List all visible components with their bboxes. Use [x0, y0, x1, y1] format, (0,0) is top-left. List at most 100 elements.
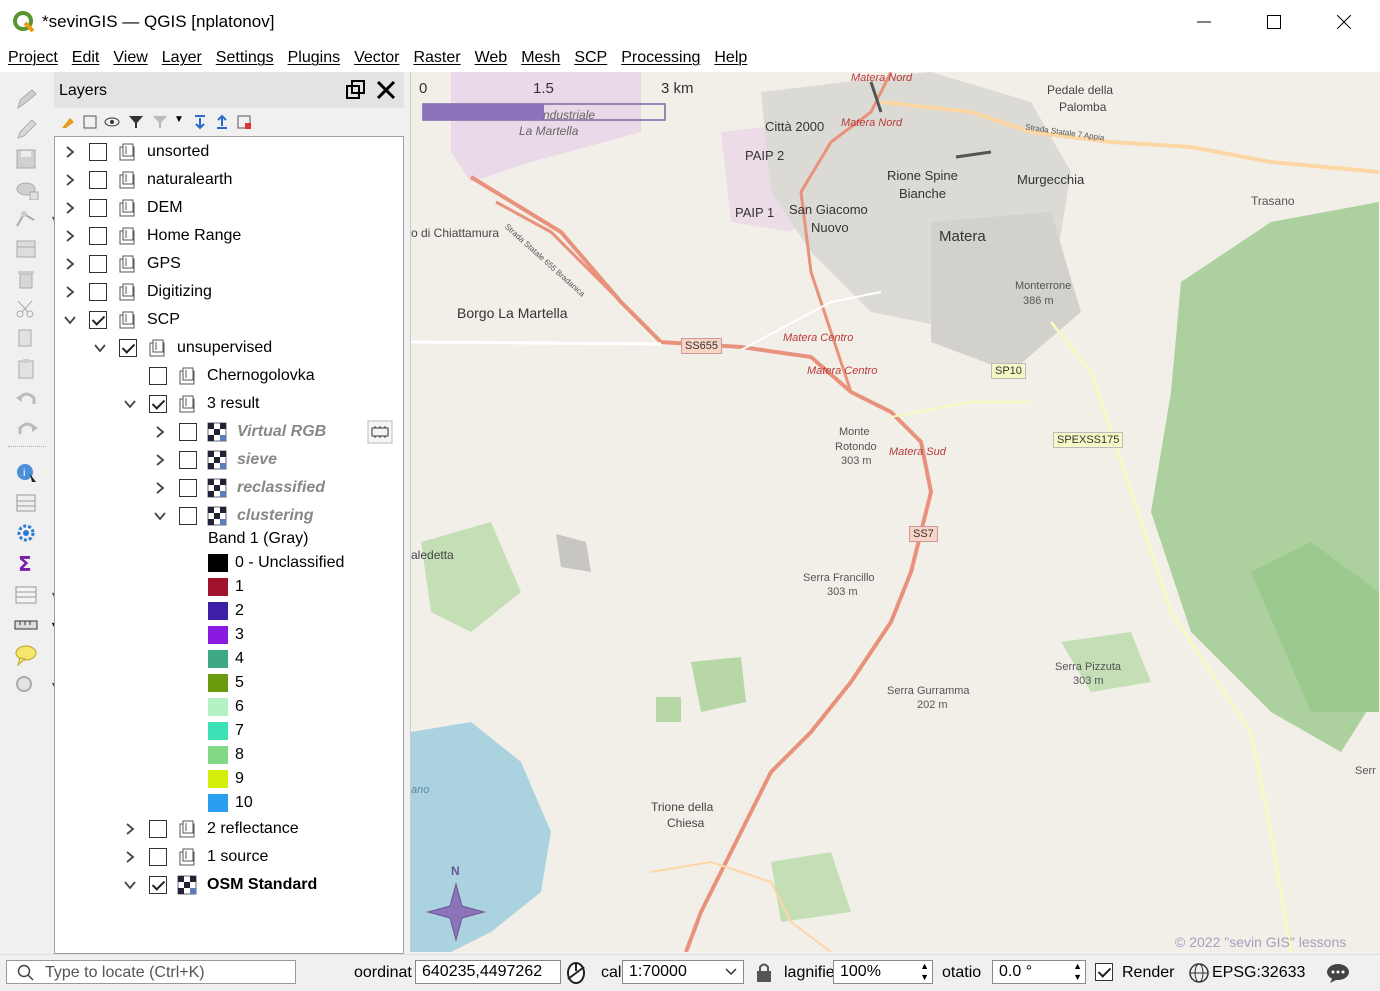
legend-entry[interactable]: 1	[208, 575, 244, 599]
globe-crs-icon[interactable]	[1188, 962, 1210, 984]
menu-settings[interactable]: Settings	[208, 49, 280, 67]
cut-features-button[interactable]	[14, 298, 40, 320]
menu-web[interactable]: Web	[467, 49, 514, 67]
crs-label[interactable]: EPSG:32633	[1212, 964, 1305, 982]
chevron-right-icon[interactable]	[63, 229, 77, 243]
open-field-calculator-button[interactable]: ▼	[14, 584, 59, 606]
layer-checkbox[interactable]	[89, 199, 107, 217]
layer-checkbox[interactable]	[149, 848, 167, 866]
layer-group-row[interactable]: Home Range	[63, 223, 241, 249]
layer-group-row[interactable]: Digitizing	[63, 279, 212, 305]
spin-arrows-icon[interactable]: ▲ ▼	[920, 961, 929, 983]
attribute-table-button[interactable]	[14, 492, 40, 514]
legend-entry[interactable]: 6	[208, 695, 244, 719]
layer-checkbox[interactable]	[89, 171, 107, 189]
menu-plugins[interactable]: Plugins	[280, 49, 346, 67]
layer-checkbox[interactable]	[149, 876, 167, 894]
add-group-icon[interactable]	[82, 114, 98, 130]
vertex-tool-button[interactable]: ▼	[14, 208, 59, 230]
legend-entry[interactable]: 4	[208, 647, 244, 671]
layer-checkbox[interactable]	[89, 283, 107, 301]
render-checkbox[interactable]	[1095, 963, 1113, 981]
rotation-spinbox[interactable]: 0.0 ° ▲ ▼	[992, 960, 1086, 984]
coordinate-input[interactable]: 640235,4497262	[415, 960, 561, 984]
statistical-summary-button[interactable]: Σ	[14, 552, 40, 574]
menu-mesh[interactable]: Mesh	[513, 49, 566, 67]
current-edits-button[interactable]	[14, 88, 40, 110]
layer-checkbox[interactable]	[89, 255, 107, 273]
osm-basemap[interactable]	[411, 72, 1379, 952]
filter-expression-icon[interactable]	[152, 114, 168, 130]
raster-layer-row[interactable]: OSM Standard	[123, 872, 317, 898]
eye-visibility-icon[interactable]	[104, 114, 120, 130]
layer-checkbox[interactable]	[179, 451, 197, 469]
chevron-right-icon[interactable]	[123, 850, 137, 864]
paste-features-button[interactable]	[14, 358, 40, 380]
chevron-down-icon[interactable]	[123, 397, 137, 411]
delete-selected-button[interactable]	[14, 268, 40, 290]
menu-raster[interactable]: Raster	[405, 49, 466, 67]
toggle-editing-button[interactable]	[14, 118, 40, 140]
layer-group-row[interactable]: GPS	[63, 251, 181, 277]
dropdown-arrow-icon[interactable]: ▼	[174, 114, 184, 125]
chevron-down-icon[interactable]	[153, 509, 167, 523]
raster-layer-row[interactable]: Virtual RGB	[153, 419, 326, 445]
measure-line-button[interactable]: ▼	[14, 614, 59, 636]
menu-processing[interactable]: Processing	[613, 49, 706, 67]
close-panel-icon[interactable]	[376, 80, 396, 100]
magnifier-spinbox[interactable]: 100% ▲ ▼	[833, 960, 933, 984]
menu-view[interactable]: View	[105, 49, 153, 67]
expand-all-icon[interactable]	[192, 114, 208, 130]
legend-entry[interactable]: 10	[208, 791, 253, 815]
legend-entry[interactable]: 8	[208, 743, 244, 767]
chevron-down-icon[interactable]	[123, 878, 137, 892]
chevron-down-icon[interactable]	[63, 313, 77, 327]
legend-entry[interactable]: 9	[208, 767, 244, 791]
chevron-down-icon[interactable]	[93, 341, 107, 355]
layer-checkbox[interactable]	[149, 367, 167, 385]
layer-group-row[interactable]: 3 result	[123, 391, 259, 417]
layer-group-row[interactable]: unsupervised	[93, 335, 272, 361]
legend-entry[interactable]: 0 - Unclassified	[208, 551, 344, 575]
layer-group-row[interactable]: unsorted	[63, 139, 209, 165]
layer-group-row[interactable]: SCP	[63, 307, 180, 333]
map-tips-button[interactable]	[14, 644, 40, 666]
float-panel-icon[interactable]	[346, 80, 366, 100]
raster-layer-row[interactable]: sieve	[153, 447, 277, 473]
layer-checkbox[interactable]	[89, 143, 107, 161]
spin-arrows-icon[interactable]: ▲ ▼	[1073, 961, 1082, 983]
chevron-right-icon[interactable]	[123, 822, 137, 836]
layer-checkbox[interactable]	[89, 311, 107, 329]
layer-checkbox[interactable]	[119, 339, 137, 357]
toggle-extents-mouse-icon[interactable]	[564, 961, 588, 985]
layer-checkbox[interactable]	[179, 507, 197, 525]
legend-entry[interactable]: 5	[208, 671, 244, 695]
chevron-right-icon[interactable]	[153, 425, 167, 439]
layer-checkbox[interactable]	[179, 423, 197, 441]
chevron-right-icon[interactable]	[153, 481, 167, 495]
chevron-right-icon[interactable]	[63, 285, 77, 299]
layer-checkbox[interactable]	[149, 820, 167, 838]
collapse-all-icon[interactable]	[214, 114, 230, 130]
filter-legend-icon[interactable]	[128, 114, 144, 130]
messages-icon[interactable]	[1325, 961, 1351, 985]
menu-layer[interactable]: Layer	[154, 49, 208, 67]
legend-entry[interactable]: 7	[208, 719, 244, 743]
virtual-layer-memory-icon[interactable]	[367, 420, 393, 444]
close-button[interactable]	[1324, 8, 1364, 36]
menu-vector[interactable]: Vector	[346, 49, 405, 67]
layer-checkbox[interactable]	[89, 227, 107, 245]
zoom-tool-button[interactable]: ▼	[14, 674, 59, 696]
minimize-button[interactable]	[1184, 8, 1224, 36]
layer-group-row[interactable]: 1 source	[123, 844, 268, 870]
chevron-right-icon[interactable]	[63, 257, 77, 271]
maximize-button[interactable]	[1254, 8, 1294, 36]
legend-entry[interactable]: 3	[208, 623, 244, 647]
raster-layer-row[interactable]: reclassified	[153, 475, 325, 501]
layer-group-row[interactable]: DEM	[63, 195, 183, 221]
processing-toolbox-button[interactable]	[14, 522, 40, 544]
lock-icon[interactable]	[754, 962, 774, 984]
layer-checkbox[interactable]	[149, 395, 167, 413]
menu-project[interactable]: Project	[0, 49, 64, 67]
chevron-right-icon[interactable]	[63, 201, 77, 215]
